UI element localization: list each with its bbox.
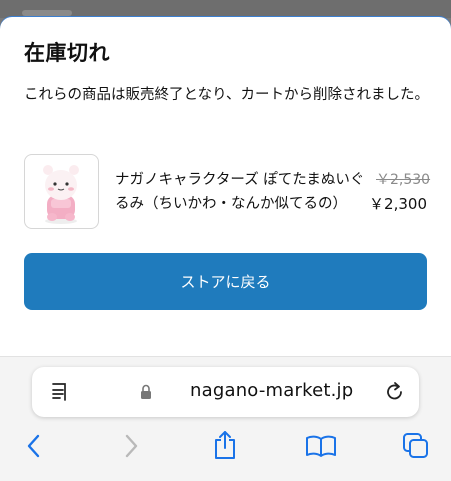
forward-arrow-icon[interactable] — [121, 433, 141, 459]
address-bar[interactable]: nagano-market.jp — [32, 367, 419, 417]
dialog-message: これらの商品は販売終了となり、カートから削除されました。 — [24, 87, 429, 103]
product-thumbnail — [24, 154, 99, 229]
url-text: nagano-market.jp — [190, 380, 354, 401]
bookmarks-icon[interactable] — [305, 434, 337, 458]
reload-icon[interactable] — [384, 381, 406, 403]
out-of-stock-dialog: 在庫切れ これらの商品は販売終了となり、カートから削除されました。 ナガノキャラ… — [0, 17, 451, 362]
plush-toy-image — [43, 165, 79, 224]
lock-icon — [141, 384, 151, 399]
page-backdrop — [0, 0, 451, 18]
original-price: ￥2,530 — [376, 172, 431, 188]
return-to-store-button[interactable]: ストアに戻る — [24, 253, 427, 310]
backdrop-header-bar — [22, 10, 72, 16]
tabs-icon[interactable] — [402, 432, 430, 460]
back-arrow-icon[interactable] — [24, 433, 44, 459]
share-icon[interactable] — [212, 429, 238, 461]
product-name: ナガノキャラクターズ ぽてたまぬいぐるみ（ちいかわ・なんか似てるの） — [115, 172, 365, 212]
dialog-title: 在庫切れ — [24, 41, 110, 65]
safari-toolbar: nagano-market.jp — [0, 356, 451, 481]
reader-mode-icon[interactable] — [51, 382, 69, 402]
sale-price: ￥2,300 — [369, 195, 427, 213]
